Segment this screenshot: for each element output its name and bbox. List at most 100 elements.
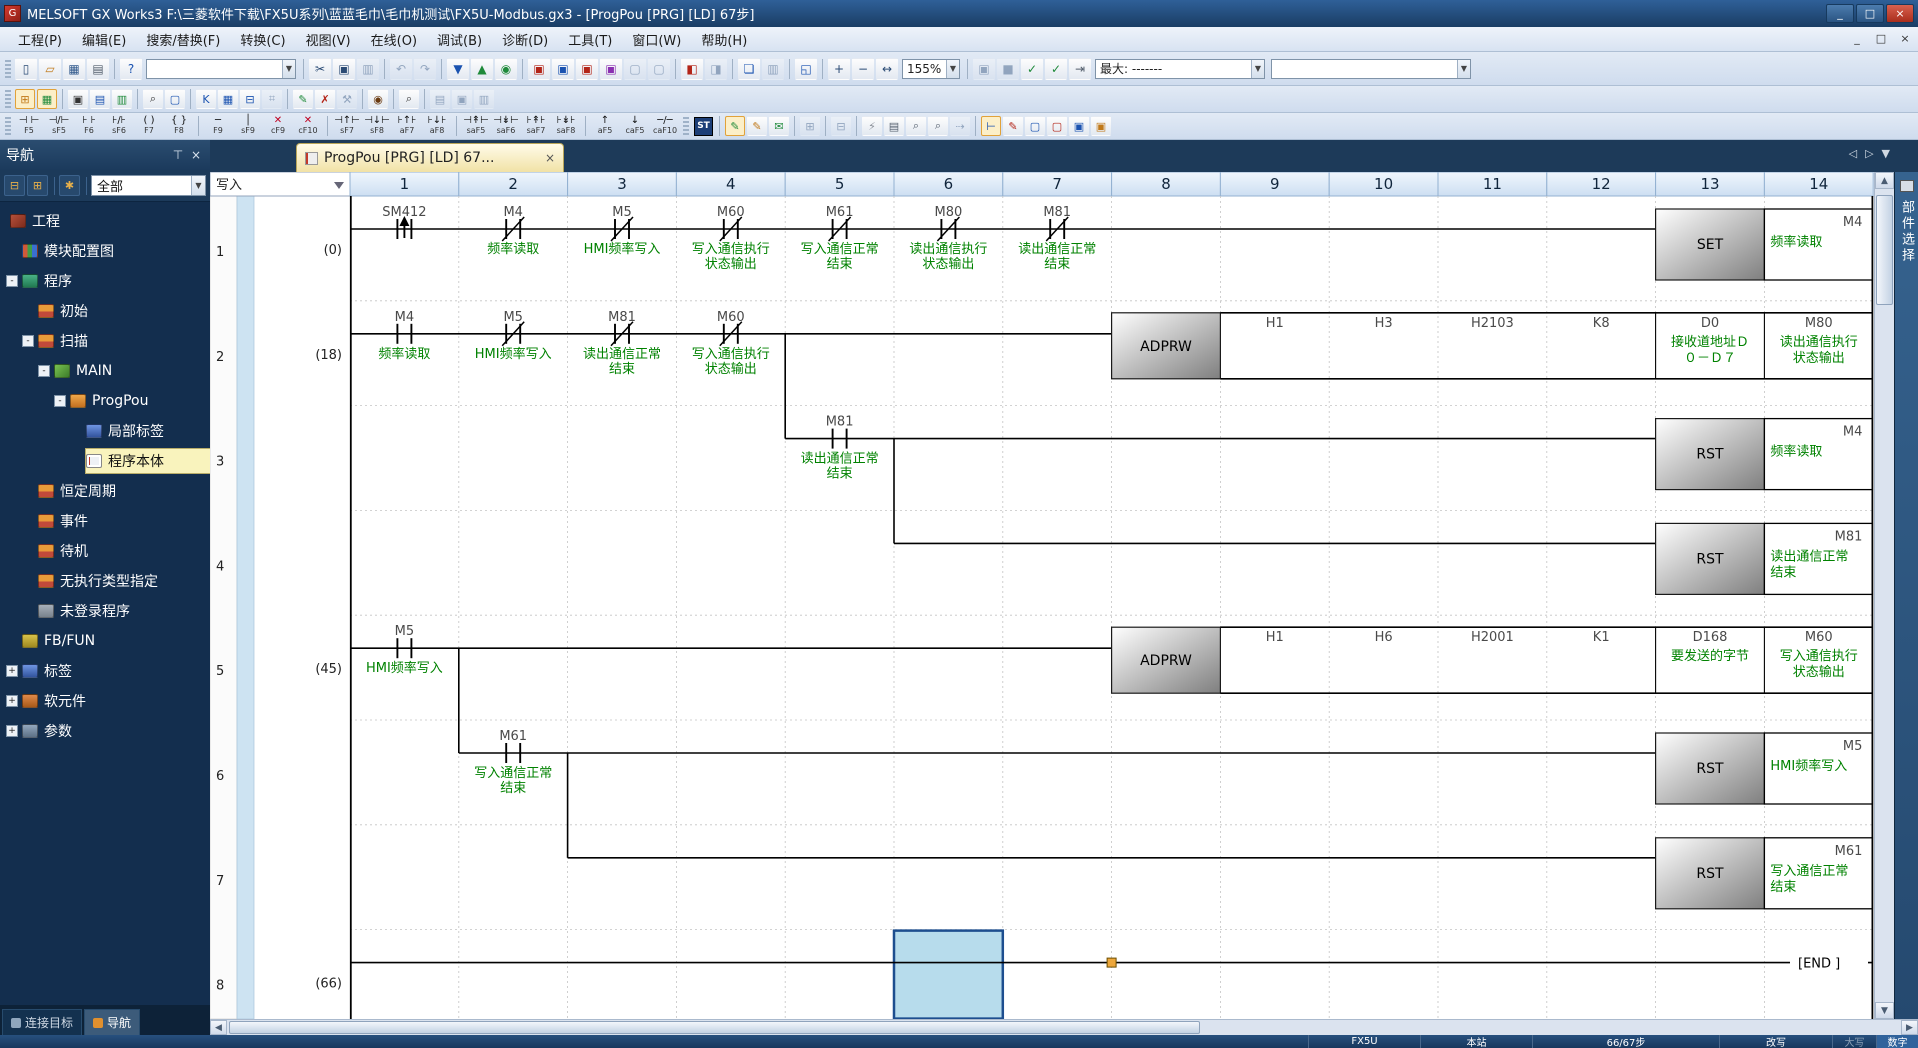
collapse-icon[interactable]: - [54, 395, 66, 407]
hscroll-thumb[interactable] [229, 1021, 1200, 1034]
write-to-plc-icon[interactable]: ▼ [447, 57, 469, 80]
collapse-icon[interactable]: - [6, 275, 18, 287]
device-grid-icon[interactable]: ▦ [218, 89, 238, 109]
dev-comment2-icon[interactable]: ▣ [1091, 116, 1111, 136]
comment-edit-icon[interactable]: ✎ [747, 116, 767, 136]
device-eye-icon[interactable]: ◉ [368, 89, 388, 109]
ladder-symbol-F7[interactable]: ( ) F7 [135, 115, 164, 138]
zoom-fit-icon[interactable]: ↔ [876, 57, 898, 80]
sidebar-item-事件[interactable]: 事件 [0, 506, 210, 536]
ladder-symbol-cF10[interactable]: ✕ cF10 [294, 115, 323, 138]
dev-comment-icon[interactable]: ▣ [1069, 116, 1089, 136]
menu-工程[interactable]: 工程(P) [8, 27, 72, 52]
watch-window-icon[interactable]: ▢ [624, 57, 646, 80]
list-display-icon[interactable]: ▤ [884, 116, 904, 136]
edit-line-icon[interactable]: ✎ [1003, 116, 1023, 136]
child-restore-icon[interactable]: □ [1870, 30, 1892, 48]
ladder-symbol-F5[interactable]: ⊣ ⊢ F5 [15, 115, 44, 138]
menu-工具[interactable]: 工具(T) [558, 27, 622, 52]
quick-edit-icon[interactable]: ⚡ [862, 116, 882, 136]
docking-window3-icon[interactable]: ▥ [474, 89, 494, 109]
monitor-write-icon[interactable]: ▣ [600, 57, 622, 80]
sidebar-item-恒定周期[interactable]: 恒定周期 [0, 476, 210, 506]
chevron-down-icon[interactable]: ▼ [1251, 59, 1264, 78]
menu-搜索/替换[interactable]: 搜索/替换(F) [136, 27, 230, 52]
tool-icon[interactable]: ⚒ [337, 89, 357, 109]
copy-icon[interactable]: ▣ [333, 57, 355, 80]
close-button[interactable]: × [1886, 4, 1914, 23]
inline-st-icon[interactable]: ST [694, 116, 713, 136]
monitor-pause-icon[interactable]: ▣ [576, 57, 598, 80]
doc-delete-icon[interactable]: ▢ [1047, 116, 1067, 136]
menu-诊断[interactable]: 诊断(D) [492, 27, 558, 52]
monitor-stop-icon[interactable]: ▣ [552, 57, 574, 80]
io-check-icon[interactable]: ✗ [315, 89, 335, 109]
ladder-symbol-sF9[interactable]: │ sF9 [234, 115, 263, 138]
close-icon[interactable]: × [188, 148, 204, 162]
tree-collapse-icon[interactable]: ⊟ [4, 175, 25, 196]
max-combo[interactable]: 最大: ------- ▼ [1095, 58, 1265, 79]
insert-column-icon[interactable]: ⊟ [831, 116, 851, 136]
device-list-icon[interactable]: ▥ [112, 89, 132, 109]
element-selection-strip[interactable]: 部件选择 [1894, 172, 1918, 1019]
tree-filter-combo[interactable]: 全部 ▼ [91, 175, 206, 196]
new-project-icon[interactable]: ▯ [15, 57, 37, 80]
result-combo[interactable]: ▼ [1271, 58, 1471, 79]
collapse-icon[interactable]: - [22, 335, 34, 347]
device-tree-icon[interactable]: ⊟ [240, 89, 260, 109]
ladder-symbol-caF10[interactable]: ─/─ caF10 [651, 115, 680, 138]
tab-list-icon[interactable]: ▼ [1882, 147, 1890, 160]
chevron-down-icon[interactable]: ▼ [282, 59, 295, 78]
toolbar-grip[interactable] [683, 117, 689, 135]
tab-progpou[interactable]: ProgPou [PRG] [LD] 67... × [296, 143, 564, 172]
sidebar-item-局部标签[interactable]: 局部标签 [0, 416, 210, 446]
chevron-down-icon[interactable]: ▼ [1457, 59, 1470, 78]
expand-icon[interactable]: + [6, 665, 18, 677]
ladder-symbol-sF6[interactable]: ⊦/⊦ sF6 [105, 115, 134, 138]
help-icon[interactable]: ? [120, 57, 142, 80]
docking-window1-icon[interactable]: ▤ [430, 89, 450, 109]
zoom-combo[interactable]: 155% ▼ [902, 58, 960, 79]
open-project-icon[interactable]: ▱ [39, 57, 61, 80]
ladder-symbol-F9[interactable]: ─ F9 [204, 115, 233, 138]
sidebar-item-标签[interactable]: + 标签 [0, 656, 210, 686]
device-find-icon[interactable]: ⌕ [399, 89, 419, 109]
print-icon[interactable]: ▤ [87, 57, 109, 80]
toolbar-grip[interactable] [5, 90, 11, 108]
menu-调试[interactable]: 调试(B) [427, 27, 492, 52]
restore-button[interactable]: □ [1856, 4, 1884, 23]
sidebar-item-扫描[interactable]: - 扫描 [0, 326, 210, 356]
vertical-scrollbar[interactable]: ▲ ▼ [1874, 172, 1894, 1019]
devicek-icon[interactable]: K [196, 89, 216, 109]
doc-check-icon[interactable]: ▢ [1025, 116, 1045, 136]
online-monitor-icon[interactable]: ◉ [495, 57, 517, 80]
scroll-down-icon[interactable]: ▼ [1875, 1002, 1894, 1019]
window-tile-icon[interactable]: ▥ [762, 57, 784, 80]
minimize-button[interactable]: _ [1826, 4, 1854, 23]
toolbar-grip[interactable] [5, 59, 11, 78]
sidebar-item-无执行类型指定[interactable]: 无执行类型指定 [0, 566, 210, 596]
sidebar-item-软元件[interactable]: + 软元件 [0, 686, 210, 716]
sidebar-item-待机[interactable]: 待机 [0, 536, 210, 566]
connect-line-icon[interactable]: ⊢ [981, 116, 1001, 136]
expand-icon[interactable]: + [6, 725, 18, 737]
find-coil-icon[interactable]: ⌕ [928, 116, 948, 136]
jump-icon[interactable]: ⇢ [950, 116, 970, 136]
ladder-symbol-aF7[interactable]: ⊦↑⊦ aF7 [393, 115, 422, 138]
ladder-symbol-saF5[interactable]: ⊣↟⊢ saF5 [462, 115, 491, 138]
scroll-up-icon[interactable]: ▲ [1875, 172, 1894, 189]
sidebar-item-初始[interactable]: 初始 [0, 296, 210, 326]
ladder-symbol-F8[interactable]: { } F8 [165, 115, 194, 138]
ladder-symbol-sF8[interactable]: ⊣↓⊢ sF8 [363, 115, 392, 138]
device-monitor2-icon[interactable]: ◨ [705, 57, 727, 80]
cross-reference-icon[interactable]: ▤ [90, 89, 110, 109]
bottom-tab-导航[interactable]: 导航 [84, 1009, 141, 1035]
mode-selector[interactable]: 写入 [210, 172, 351, 197]
element-selection-icon[interactable]: ▣ [68, 89, 88, 109]
tab-scroll-right-icon[interactable]: ▷ [1865, 147, 1873, 160]
sidebar-item-FB/FUN[interactable]: FB/FUN [0, 626, 210, 656]
navigation-window-icon[interactable]: ⊞ [15, 89, 35, 109]
collapse-icon[interactable]: - [38, 365, 50, 377]
quick-find-combo[interactable]: ▼ [146, 58, 296, 79]
expand-icon[interactable]: + [6, 695, 18, 707]
